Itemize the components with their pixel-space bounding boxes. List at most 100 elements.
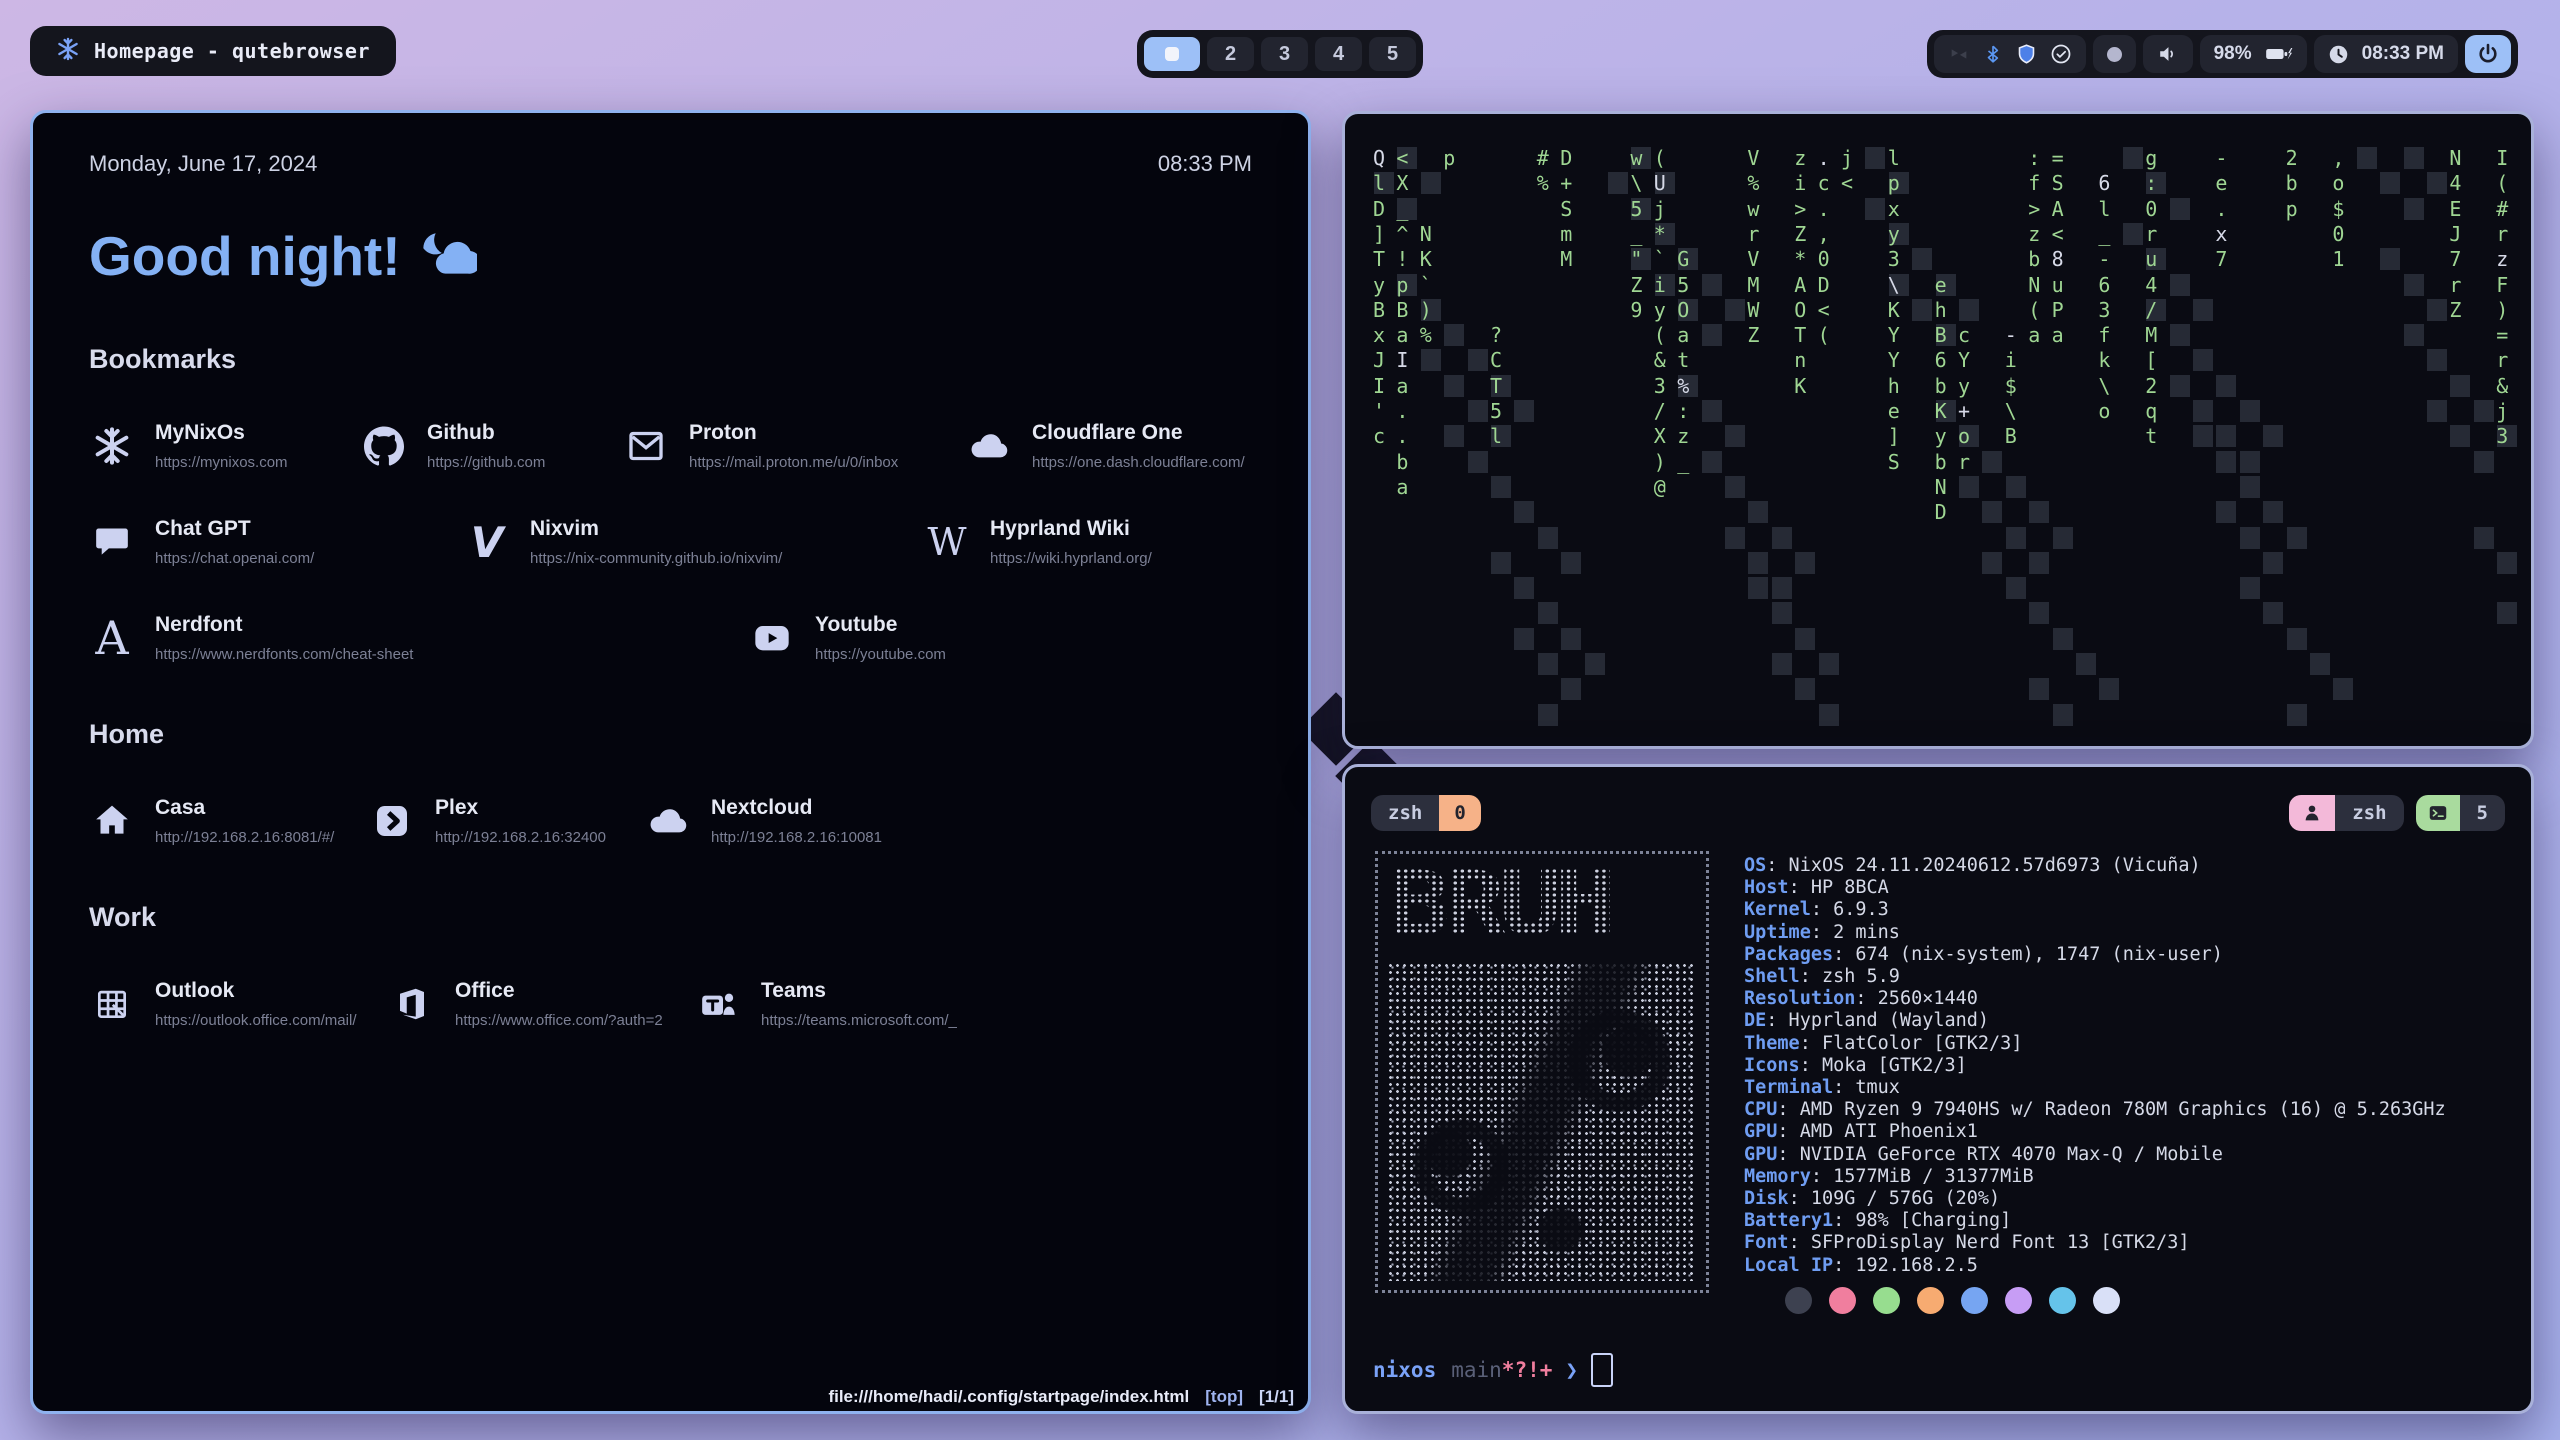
statusbar-url: file:///home/hadi/.config/startpage/inde… xyxy=(828,1387,1189,1407)
fetch-info-line: Uptime: 2 mins xyxy=(1744,922,2446,944)
fetch-info-line: Disk: 109G / 576G (20%) xyxy=(1744,1188,2446,1210)
tmux-window-name: zsh xyxy=(1371,795,1439,831)
bookmark-url: https://mynixos.com xyxy=(155,454,288,471)
section-title: Home xyxy=(89,719,1252,750)
clock-button[interactable]: 08:33 PM xyxy=(2314,35,2458,73)
bookmark-name: Nextcloud xyxy=(711,796,882,820)
dot-icon xyxy=(2107,47,2122,62)
battery-button[interactable]: 98% xyxy=(2200,35,2307,73)
bookmark-item-nextcloud[interactable]: Nextcloud http://192.168.2.16:10081 xyxy=(645,796,1252,846)
tmux-count-pill[interactable]: 5 xyxy=(2416,795,2505,831)
plex-icon xyxy=(369,798,415,844)
workspace-button-2[interactable]: 2 xyxy=(1207,37,1254,71)
prompt-git-branch: main xyxy=(1451,1358,1502,1382)
matrix-terminal-window: QlD]TyBxJI'c<X_^!pBaIa..baNK`)%p?CT5l#%D… xyxy=(1342,111,2534,749)
startpage-date: Monday, June 17, 2024 xyxy=(89,151,317,177)
mail-icon xyxy=(623,423,669,469)
bookmark-name: Teams xyxy=(761,979,957,1003)
bookmark-item-youtube[interactable]: Youtubehttps://youtube.com xyxy=(749,613,1252,663)
fetch-info-line: Font: SFProDisplay Nerd Font 13 [GTK2/3] xyxy=(1744,1232,2446,1254)
fetch-info-line: DE: Hyprland (Wayland) xyxy=(1744,1010,2446,1032)
network-arrows-icon xyxy=(1948,43,1970,65)
bookmark-item-chat-gpt[interactable]: Chat GPThttps://chat.openai.com/ xyxy=(89,517,464,567)
palette-dot xyxy=(1785,1287,1812,1314)
workspace-button-3[interactable]: 3 xyxy=(1261,37,1308,71)
bookmark-item-hyprland-wiki[interactable]: W Hyprland Wiki https://wiki.hyprland.org/ xyxy=(924,517,1252,567)
bookmark-item-outlook[interactable]: Outlookhttps://outlook.office.com/mail/ xyxy=(89,979,389,1029)
bookmark-item-office[interactable]: Officehttps://www.office.com/?auth=2 xyxy=(389,979,695,1029)
github-icon xyxy=(361,423,407,469)
bookmark-item-teams[interactable]: Teams https://teams.microsoft.com/_ xyxy=(695,979,1252,1029)
fetch-terminal-window: zsh 0 zsh 5 xyxy=(1342,764,2534,1414)
bookmark-name: Hyprland Wiki xyxy=(990,517,1152,541)
system-tray: 98% 08:33 PM xyxy=(1927,30,2518,78)
volume-button[interactable] xyxy=(2143,35,2193,73)
bookmark-item-nerdfont[interactable]: ANerdfonthttps://www.nerdfonts.com/cheat… xyxy=(89,613,749,663)
tmux-statusbar: zsh 0 zsh 5 xyxy=(1345,767,2531,831)
bookmark-item-nixvim[interactable]: V Nixvim https://nix-community.github.io/n… xyxy=(464,517,924,567)
battery-percent: 98% xyxy=(2214,43,2252,65)
bookmark-name: Nerdfont xyxy=(155,613,413,637)
fetch-info-line: Local IP: 192.168.2.5 xyxy=(1744,1255,2446,1277)
browser-window: Monday, June 17, 2024 08:33 PM Good nigh… xyxy=(30,110,1311,1414)
nixvim-icon: V xyxy=(464,519,510,565)
bookmark-item-casa[interactable]: Casa http://192.168.2.16:8081/#/ xyxy=(89,796,369,846)
section-title: Bookmarks xyxy=(89,344,1252,375)
moon-cloud-icon xyxy=(419,223,477,288)
bookmark-url: https://nix-community.github.io/nixvim/ xyxy=(530,550,782,567)
status-icons-group[interactable] xyxy=(1934,35,2086,73)
section-work: WorkOutlookhttps://outlook.office.com/ma… xyxy=(89,902,1252,1029)
power-button[interactable] xyxy=(2465,35,2511,73)
bookmark-item-mynixos[interactable]: MyNixOs https://mynixos.com xyxy=(89,421,361,471)
workspace-button-4[interactable]: 4 xyxy=(1315,37,1362,71)
fetch-info-line: GPU: AMD ATI Phoenix1 xyxy=(1744,1121,2446,1143)
battery-charging-icon xyxy=(2265,43,2293,65)
bookmark-item-plex[interactable]: Plexhttp://192.168.2.16:32400 xyxy=(369,796,645,846)
bookmark-url: https://wiki.hyprland.org/ xyxy=(990,550,1152,567)
bookmark-name: Cloudflare One xyxy=(1032,421,1245,445)
clock-icon xyxy=(2328,44,2349,65)
teams-icon xyxy=(695,981,741,1027)
startpage-time: 08:33 PM xyxy=(1158,151,1252,177)
bookmark-url: http://192.168.2.16:10081 xyxy=(711,829,882,846)
bookmark-row: Outlookhttps://outlook.office.com/mail/O… xyxy=(89,979,1252,1029)
wiki-icon: W xyxy=(924,519,970,565)
nixos-logo-icon xyxy=(56,37,80,66)
workspace-button-5[interactable]: 5 xyxy=(1369,37,1416,71)
bookmark-name: Nixvim xyxy=(530,517,782,541)
chat-icon xyxy=(89,519,135,565)
shell-prompt: nixos main *?!+ ❯ xyxy=(1373,1353,1613,1387)
fetch-info-line: CPU: AMD Ryzen 9 7940HS w/ Radeon 780M G… xyxy=(1744,1099,2446,1121)
bookmark-item-github[interactable]: Githubhttps://github.com xyxy=(361,421,623,471)
tmux-window-pill[interactable]: zsh 0 xyxy=(1371,795,1481,831)
taskbar-window-title[interactable]: Homepage - qutebrowser xyxy=(30,26,396,76)
fetch-info-line: Host: HP 8BCA xyxy=(1744,877,2446,899)
cloud-icon xyxy=(966,423,1012,469)
tmux-session-pill[interactable]: zsh xyxy=(2289,795,2403,831)
bookmark-url: https://teams.microsoft.com/_ xyxy=(761,1012,957,1029)
section-bookmarks: Bookmarks MyNixOs https://mynixos.com Githu… xyxy=(89,344,1252,663)
workspace-button-1[interactable] xyxy=(1144,37,1200,71)
sections: Bookmarks MyNixOs https://mynixos.com Githu… xyxy=(89,344,1252,1029)
palette-dot xyxy=(1961,1287,1988,1314)
tmux-window-index: 0 xyxy=(1439,795,1480,831)
palette-dot xyxy=(2093,1287,2120,1314)
bookmark-item-proton[interactable]: Protonhttps://mail.proton.me/u/0/inbox xyxy=(623,421,966,471)
active-workspace-icon xyxy=(1165,47,1179,61)
tray-time: 08:33 PM xyxy=(2362,43,2444,65)
bookmark-url: https://www.nerdfonts.com/cheat-sheet xyxy=(155,646,413,663)
bookmark-url: https://one.dash.cloudflare.com/ xyxy=(1032,454,1245,471)
bookmark-row: Chat GPThttps://chat.openai.com/V Nixvim h… xyxy=(89,517,1252,567)
bookmark-url: http://192.168.2.16:8081/#/ xyxy=(155,829,334,846)
tmux-session-name: zsh xyxy=(2335,795,2403,831)
user-icon xyxy=(2289,795,2335,831)
indicator-dot-button[interactable] xyxy=(2093,35,2136,73)
bookmark-name: MyNixOs xyxy=(155,421,288,445)
statusbar-tab-index: [1/1] xyxy=(1259,1387,1294,1407)
nixos-icon xyxy=(89,423,135,469)
tmux-window-count: 5 xyxy=(2460,795,2505,831)
workspace-switcher: 2345 xyxy=(1137,30,1423,78)
terminal-icon xyxy=(2416,795,2460,831)
bookmark-item-cloudflare-one[interactable]: Cloudflare One https://one.dash.cloudflar… xyxy=(966,421,1252,471)
bookmark-name: Casa xyxy=(155,796,334,820)
